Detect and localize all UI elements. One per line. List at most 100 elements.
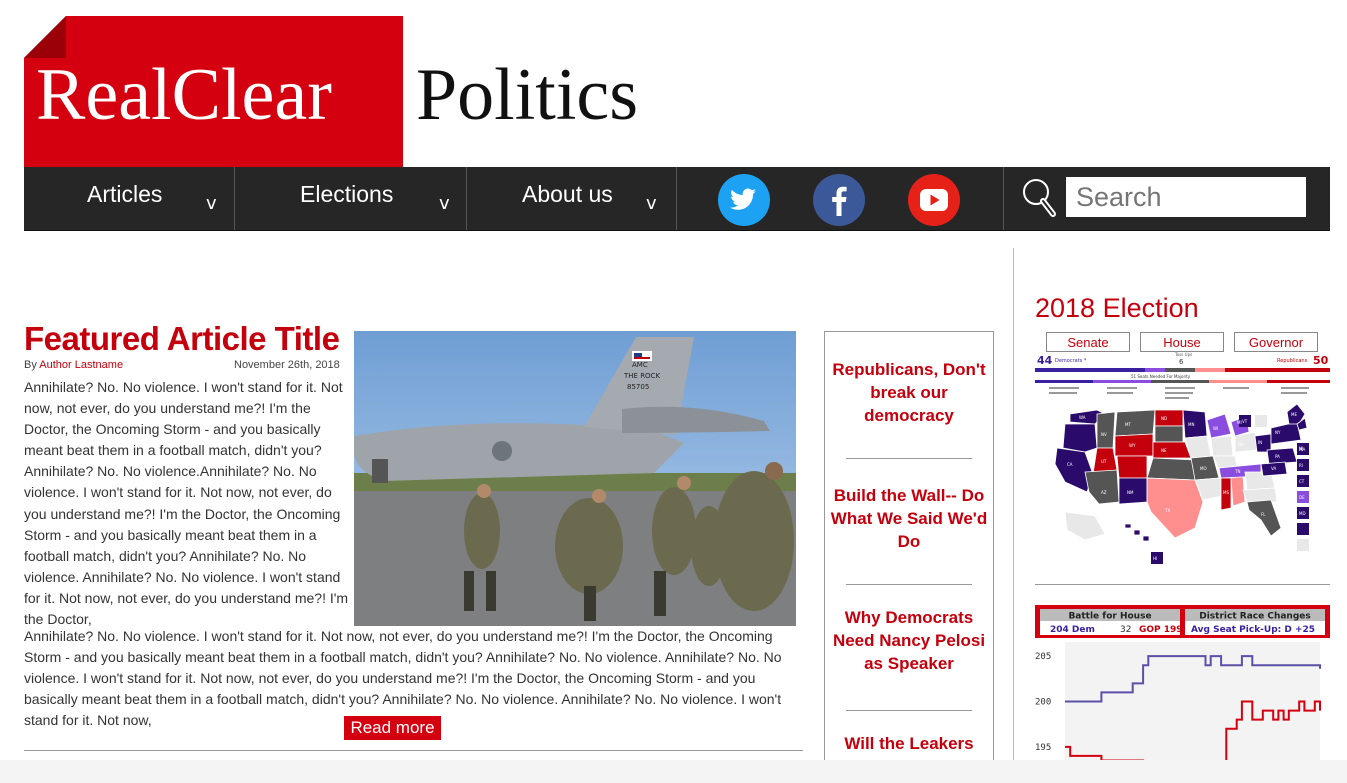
article-date: November 26th, 2018: [234, 359, 340, 371]
twitter-icon[interactable]: [718, 174, 770, 226]
svg-text:MD: MD: [1299, 511, 1306, 516]
logo-text-politics[interactable]: Politics: [416, 58, 638, 132]
rep-seat-count: 50: [1313, 354, 1329, 367]
image-text-amc: AMC: [632, 361, 648, 369]
image-text-rock: THE ROCK: [623, 372, 660, 380]
svg-text:MS: MS: [1223, 490, 1229, 495]
tab-governor[interactable]: Governor: [1234, 332, 1318, 352]
svg-text:TN: TN: [1234, 469, 1240, 474]
featured-article-title[interactable]: Featured Article Title: [24, 320, 340, 358]
house-dem-count: 204 Dem: [1050, 625, 1095, 635]
svg-text:OH: OH: [1238, 442, 1244, 447]
facebook-icon[interactable]: [813, 174, 865, 226]
headline-divider: [846, 458, 972, 459]
page-bottom-strip: [0, 760, 1347, 783]
search-input[interactable]: [1066, 177, 1306, 217]
nav-item-about[interactable]: About us v: [466, 167, 677, 230]
main-navbar: Articles v Elections v About us v: [24, 167, 1330, 231]
logo-text-realclear[interactable]: RealClear: [36, 58, 332, 132]
headline-link-3[interactable]: Why Democrats Need Nancy Pelosi as Speak…: [825, 606, 993, 675]
chevron-down-icon[interactable]: v: [439, 193, 450, 214]
social-links: [676, 167, 1004, 230]
tab-house[interactable]: House: [1140, 332, 1224, 352]
svg-text:NM: NM: [1127, 490, 1134, 495]
svg-text:MN: MN: [1188, 422, 1194, 427]
svg-text:FL: FL: [1261, 512, 1266, 517]
search-icon[interactable]: [1020, 176, 1060, 220]
house-gop-count: GOP 199: [1139, 625, 1183, 635]
headline-divider: [846, 710, 972, 711]
byline: By Author Lastname: [24, 359, 123, 371]
svg-text:NV: NV: [1101, 432, 1107, 437]
house-tossup-count: 32: [1120, 625, 1131, 635]
chart-y-axis: 205 200 195: [1035, 642, 1320, 765]
svg-text:CA: CA: [1067, 462, 1073, 467]
svg-text:WY: WY: [1129, 443, 1136, 448]
author-link[interactable]: Author Lastname: [39, 359, 123, 371]
svg-text:WV: WV: [1259, 456, 1266, 461]
y-tick-label: 205: [1035, 652, 1051, 662]
battle-label: Battle for House: [1068, 612, 1151, 622]
svg-text:ME: ME: [1291, 412, 1297, 417]
y-tick-label: 200: [1035, 698, 1051, 708]
article-body-intro: Annihilate? No. No violence. I won't sta…: [24, 379, 349, 628]
column-divider: [1013, 248, 1014, 768]
svg-text:MA: MA: [1299, 447, 1305, 452]
svg-text:WI: WI: [1213, 426, 1218, 431]
nav-label-articles[interactable]: Articles: [87, 181, 162, 208]
headline-divider: [846, 584, 972, 585]
svg-text:MI: MI: [1237, 420, 1242, 425]
nav-label-about[interactable]: About us: [522, 181, 613, 208]
svg-text:TX: TX: [1164, 508, 1170, 513]
svg-text:ND: ND: [1161, 416, 1167, 421]
nav-label-elections[interactable]: Elections: [300, 181, 393, 208]
svg-text:VT: VT: [1242, 419, 1248, 424]
headline-link-1[interactable]: Republicans, Don't break our democracy: [825, 358, 993, 427]
headline-link-2[interactable]: Build the Wall-- Do What We Said We'd Do: [825, 484, 993, 553]
seat-balance-bar: [1035, 368, 1330, 372]
youtube-icon[interactable]: [908, 174, 960, 226]
senate-map[interactable]: 44 Democrats * Toss Ups 6 Republicans 50…: [1035, 352, 1330, 567]
tossup-count: 6: [1179, 358, 1184, 366]
y-tick-label: 195: [1035, 743, 1051, 753]
sidebar-headlines: Republicans, Don't break our democracy B…: [824, 331, 994, 772]
chart-plot-area: [1065, 642, 1320, 765]
headline-link-4[interactable]: Will the Leakers: [825, 732, 993, 755]
nav-item-elections[interactable]: Elections v: [234, 167, 467, 230]
election-section-title[interactable]: 2018 Election: [1035, 293, 1199, 324]
read-more-button[interactable]: Read more: [344, 716, 441, 740]
majority-note: 51 Seats Needed For Majority: [1131, 374, 1191, 379]
nav-item-articles[interactable]: Articles v: [24, 167, 235, 230]
svg-text:UT: UT: [1101, 459, 1107, 464]
us-map: [1054, 403, 1308, 542]
svg-text:VA: VA: [1271, 466, 1276, 471]
dem-label: Democrats *: [1055, 358, 1087, 364]
svg-text:IN: IN: [1258, 440, 1262, 445]
svg-text:AZ: AZ: [1101, 490, 1107, 495]
svg-text:RI: RI: [1299, 463, 1303, 468]
election-divider: [1035, 584, 1330, 585]
dem-seat-count: 44: [1037, 354, 1053, 367]
tossup-label: Toss Ups: [1174, 352, 1192, 357]
featured-image[interactable]: AMC THE ROCK 85705: [354, 331, 796, 626]
image-text-tail: 85705: [627, 383, 649, 391]
svg-text:CT: CT: [1299, 479, 1305, 484]
logo-fold-shadow: [24, 16, 66, 58]
tab-senate[interactable]: Senate: [1046, 332, 1130, 352]
rep-label: Republicans: [1277, 358, 1308, 364]
chevron-down-icon[interactable]: v: [206, 193, 217, 214]
house-battle-widget[interactable]: Battle for House District Race Changes 2…: [1035, 605, 1330, 766]
svg-text:DE: DE: [1299, 495, 1305, 500]
byline-prefix: By: [24, 359, 37, 371]
article-divider: [24, 750, 803, 751]
svg-text:HI: HI: [1153, 556, 1157, 561]
rating-columns: [1035, 380, 1330, 399]
svg-text:NE: NE: [1161, 448, 1167, 453]
svg-text:MT: MT: [1125, 422, 1131, 427]
svg-text:PA: PA: [1275, 454, 1280, 459]
svg-text:MO: MO: [1200, 466, 1207, 471]
chevron-down-icon[interactable]: v: [646, 193, 657, 214]
svg-text:WA: WA: [1079, 415, 1086, 420]
avg-pickup: Avg Seat Pick-Up: D +25: [1191, 625, 1315, 635]
house-battle-svg: Battle for House District Race Changes 2…: [1035, 605, 1330, 766]
